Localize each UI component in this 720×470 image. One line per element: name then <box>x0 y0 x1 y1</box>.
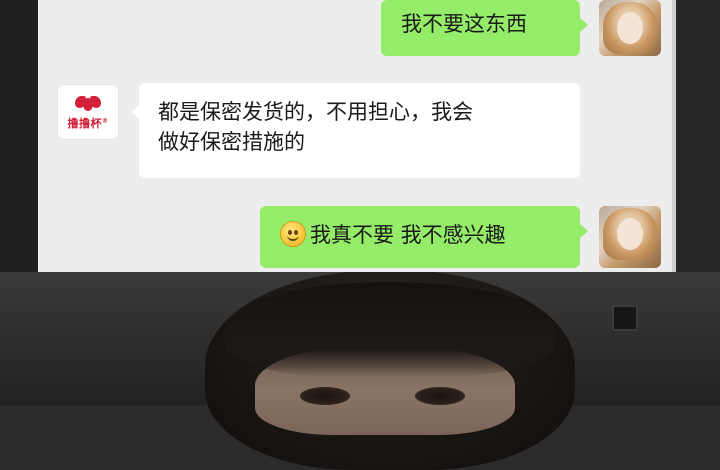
message-text: 我不要这东西 <box>401 12 527 36</box>
user-avatar[interactable] <box>599 206 661 268</box>
avatar-face <box>617 12 643 44</box>
brand-logo-text: 撸撸杯® <box>67 117 109 130</box>
person-eye-left <box>300 387 350 405</box>
avatar-face <box>617 218 643 250</box>
devil-logo-icon <box>75 93 101 113</box>
message-text: 我真不要 我不感兴趣 <box>310 223 506 247</box>
message-bubble-incoming[interactable]: 都是保密发货的，不用担心，我会 做好保密措施的 <box>131 83 580 178</box>
message-bubble-outgoing[interactable]: 我真不要 我不感兴趣 <box>260 206 588 268</box>
person-eye-right <box>415 387 465 405</box>
merchant-avatar[interactable]: 撸撸杯® <box>57 84 119 140</box>
slightly-smiling-face-icon <box>280 221 306 247</box>
message-text-line-2: 做好保密措施的 <box>158 130 305 154</box>
wall-socket <box>612 305 638 331</box>
user-avatar[interactable] <box>599 0 661 56</box>
chat-window: 我不要这东西 撸撸杯® 都是保密发货的，不用担心，我会 做好保密措施的 我真不要… <box>38 0 676 272</box>
message-text-line-1: 都是保密发货的，不用担心，我会 <box>158 100 473 124</box>
message-bubble-outgoing[interactable]: 我不要这东西 <box>381 0 588 56</box>
person-hair <box>225 282 555 377</box>
